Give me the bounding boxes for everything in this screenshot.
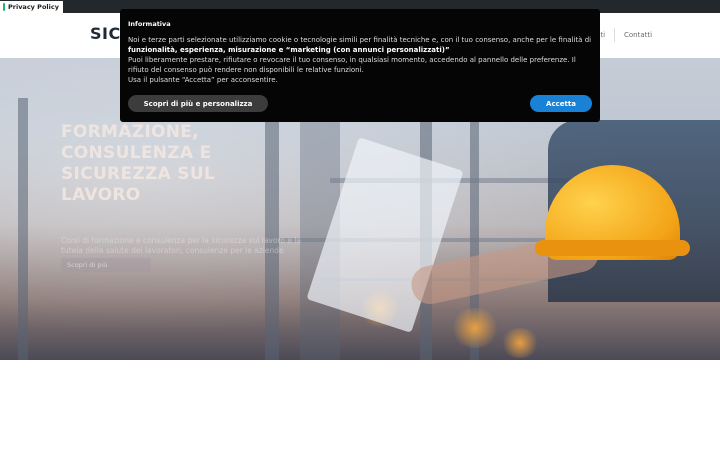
nav-item-contatti[interactable]: Contatti bbox=[624, 31, 652, 39]
refinery-light bbox=[450, 308, 500, 348]
refinery-light bbox=[500, 328, 540, 358]
privacy-accent-bar bbox=[3, 3, 5, 11]
hero-subtitle: Corsi di formazione e consulenza per la … bbox=[61, 236, 302, 255]
nav-divider bbox=[614, 28, 615, 42]
page-content-area bbox=[0, 360, 720, 450]
privacy-policy-label: Privacy Policy bbox=[8, 3, 59, 11]
accept-button[interactable]: Accetta bbox=[530, 95, 592, 112]
learn-more-customize-button[interactable]: Scopri di più e personalizza bbox=[128, 95, 268, 112]
cookie-dialog-text: Noi e terze parti selezionate utilizziam… bbox=[128, 35, 596, 85]
cookie-text-line1: Noi e terze parti selezionate utilizziam… bbox=[128, 36, 592, 44]
cookie-text-line2: Puoi liberamente prestare, rifiutare o r… bbox=[128, 56, 576, 74]
cookie-dialog-title: Informativa bbox=[128, 20, 171, 28]
cookie-text-line3: Usa il pulsante “Accetta” per acconsenti… bbox=[128, 76, 278, 84]
cookie-consent-dialog: Informativa Noi e terze parti selezionat… bbox=[120, 9, 600, 122]
cookie-text-purposes: funzionalità, esperienza, misurazione e … bbox=[128, 46, 450, 54]
hero-cta-button[interactable]: Scopri di più bbox=[61, 258, 151, 272]
refinery-tower bbox=[18, 98, 28, 360]
hero-title: Formazione, consulenza e sicurezza sul l… bbox=[61, 122, 216, 205]
hard-hat-brim bbox=[535, 240, 690, 256]
privacy-policy-tab[interactable]: Privacy Policy bbox=[0, 1, 63, 13]
